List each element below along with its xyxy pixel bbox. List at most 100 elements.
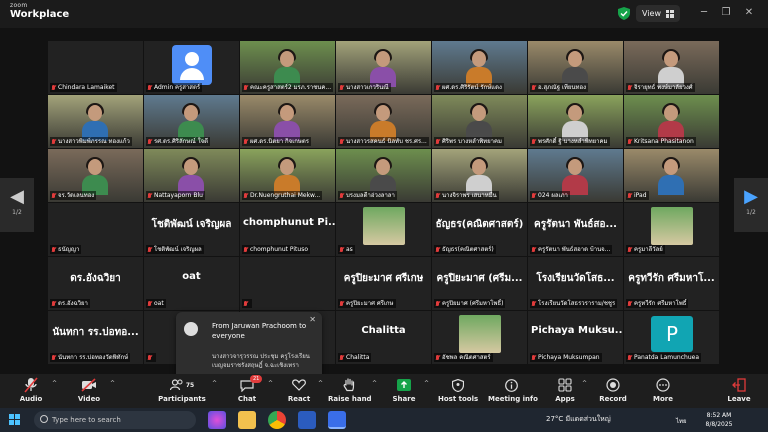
participant-tile[interactable]: คณะครูสาสตร์2 มรภ.ราชนค... [240,41,335,94]
profile-photo [651,207,693,245]
participant-video [466,157,492,195]
participant-tile[interactable]: โชติพัฒน์ เจริญผล โชติพัฒน์ เจริญผล [144,203,239,256]
participant-tile[interactable]: ครูรัตนา พันธ์สอ... ครูรัตนา พันธ์สอาด บ้… [528,203,623,256]
video-button[interactable]: Video [72,377,106,407]
participant-tile[interactable]: โรงเรียนวัดโสธ... โรงเรียนวัดโสธรวราราม/ช… [528,257,623,310]
profile-photo [363,207,405,245]
chrome-icon[interactable] [268,411,286,429]
language-indicator[interactable]: ไทย [676,416,687,426]
file-explorer-icon[interactable] [238,411,256,429]
react-caret[interactable]: ^ [318,380,323,387]
participant-tile[interactable]: ผศ.ดร.ศิริรัตน์ รักษ์แดง [432,41,527,94]
react-button[interactable]: React [284,377,314,407]
taskbar-clock[interactable]: 8:52 AM 8/8/2025 [700,411,738,429]
participant-name: รศ.ดร.ศิริลักษณ์ ใจดี [154,138,209,145]
meeting-info-button[interactable]: Meeting info [488,377,538,407]
participant-tile[interactable]: ดร.อังฉวิยา ดร.อังฉวิยา [48,257,143,310]
leave-button[interactable]: Leave [724,377,754,407]
participant-tile[interactable]: รศ.ดร.ศิริลักษณ์ ใจดี [144,95,239,148]
participant-name: โชติพัฒน์ เจริญผล [154,246,202,253]
audio-button[interactable]: Audio [14,377,48,407]
participant-tile[interactable]: จิรายุทธ์ พงษ์มาลัยวงศ์ [624,41,719,94]
grid-icon [665,9,674,18]
participant-tile[interactable]: พรศักดิ์ ฐิ บางหลำพิทยาคม [528,95,623,148]
participants-count: 75 [185,381,195,389]
participant-tile[interactable]: Kritsana Phasitanon [624,95,719,148]
close-icon[interactable]: ✕ [742,6,756,20]
participant-name-label [146,353,156,362]
participant-tile[interactable]: นางสาวรสคนธ์ นิลทับ ชร.ศร... [336,95,431,148]
participants-button[interactable]: 75 Participants [158,377,206,407]
next-page-button[interactable]: ▶ 1/2 [734,178,768,232]
participant-tile[interactable]: อ.สุภณัฐ เทียนทอง [528,41,623,94]
participant-tile[interactable]: นางจิราพร เสนาหมื่น [432,149,527,202]
participant-tile[interactable]: iPad [624,149,719,202]
zoom-taskbar-icon[interactable] [328,411,346,429]
participant-display-name: Chalitta [361,325,406,336]
minimize-icon[interactable]: ─ [697,6,711,20]
share-button[interactable]: Share [388,377,420,407]
participant-name-label: ครูทวีรัก ศรีมหาโพธิ์ [626,299,689,308]
participant-tile[interactable]: ครูมาลีวัลย์ [624,203,719,256]
participant-tile[interactable]: จร.วัดเลนทอง [48,149,143,202]
participant-tile[interactable]: อัชพล คณิตศาสตร์ [432,311,527,364]
participant-video [370,157,396,195]
participant-video [466,103,492,141]
view-button[interactable]: View [636,5,680,22]
taskbar-search-box[interactable]: Type here to search [34,411,196,429]
apps-caret[interactable]: ^ [582,380,587,387]
participant-tile[interactable]: นางสาวพิมพ์ภรรณ ทองแก้ว [48,95,143,148]
participants-caret[interactable]: ^ [212,380,217,387]
participant-tile[interactable]: นันทกา รร.บ่อทอ... นันทกา รร.บ่อทองวัดพิท… [48,311,143,364]
participant-tile[interactable]: oat oat [144,257,239,310]
prev-page-button[interactable]: ◀ 1/2 [0,178,34,232]
share-caret[interactable]: ^ [424,380,429,387]
participant-display-name: ครูปิยะมาศ (ศรีม... [436,273,523,284]
participant-tile[interactable]: นางสาวเกวรินณี [336,41,431,94]
participant-tile[interactable]: บรงมลดีาอ่วงลาลา [336,149,431,202]
copilot-icon[interactable] [208,411,226,429]
word-icon[interactable] [298,411,316,429]
restore-icon[interactable]: ❐ [719,6,733,20]
participant-tile[interactable]: ครูปิยะมาศ ศรีเกษ ครูปิยะมาศ ศรีเกษ [336,257,431,310]
participant-tile[interactable]: ครูปิยะมาศ (ศรีม... ครูปิยมาศ (ศรีมหาโพธิ… [432,257,527,310]
participant-name: ธนัญญา [58,246,80,253]
participant-display-name: ธัญธร(คณิตศาสตร์) [435,219,524,230]
participant-tile[interactable]: ผศ.ดร.นิตยา กิจเกษตร [240,95,335,148]
participant-display-name: oat [182,271,201,282]
participant-tile[interactable]: Admin ครูสาสตร์ [144,41,239,94]
audio-options-caret[interactable]: ^ [52,380,57,387]
participant-tile[interactable] [240,257,335,310]
participant-tile[interactable]: Nattayaporn Blu [144,149,239,202]
chat-caret[interactable]: ^ [268,380,273,387]
windows-start-icon[interactable] [9,414,20,425]
raise-hand-caret[interactable]: ^ [372,380,377,387]
close-icon[interactable]: ✕ [309,315,316,324]
participant-tile[interactable]: P Panatda Lamunchuea [624,311,719,364]
participant-tile[interactable]: ธนัญญา [48,203,143,256]
mic-muted-icon [147,84,152,91]
participant-name: บรงมลดีาอ่วงลาลา [346,192,395,199]
record-button[interactable]: Record [596,377,630,407]
video-options-caret[interactable]: ^ [110,380,115,387]
participant-tile[interactable]: ธัญธร(คณิตศาสตร์) ธัญธร(คณิตศาสตร์) [432,203,527,256]
raise-hand-button[interactable]: Raise hand [328,377,372,407]
participant-tile[interactable]: Chalitta Chalitta [336,311,431,364]
participant-name: นางสาวเกวรินณี [346,84,389,91]
host-tools-button[interactable]: Host tools [438,377,478,407]
weather-widget[interactable]: 27°C มีแดดส่วนใหญ่ [546,414,611,425]
encryption-shield-icon[interactable] [618,7,630,20]
participant-tile[interactable]: ศิริพร บางหลำพิทยาคม [432,95,527,148]
leave-label: Leave [727,395,751,403]
participant-tile[interactable]: chomphunut Pi... chomphunut Pituso [240,203,335,256]
more-button[interactable]: More [648,377,678,407]
participant-tile[interactable]: Dr.Nuengruthai Mekw... [240,149,335,202]
participant-tile[interactable]: Pichaya Muksu... Pichaya Muksumpan [528,311,623,364]
audio-label: Audio [19,395,43,403]
apps-button[interactable]: Apps [550,377,580,407]
participant-tile[interactable]: ครูทวีรัก ศรีมหาโ... ครูทวีรัก ศรีมหาโพธิ… [624,257,719,310]
participant-tile[interactable]: Chindara Lamaiket [48,41,143,94]
participant-tile[interactable]: 024 ผลเภา [528,149,623,202]
participant-tile[interactable]: as [336,203,431,256]
mic-muted-icon [627,246,632,253]
